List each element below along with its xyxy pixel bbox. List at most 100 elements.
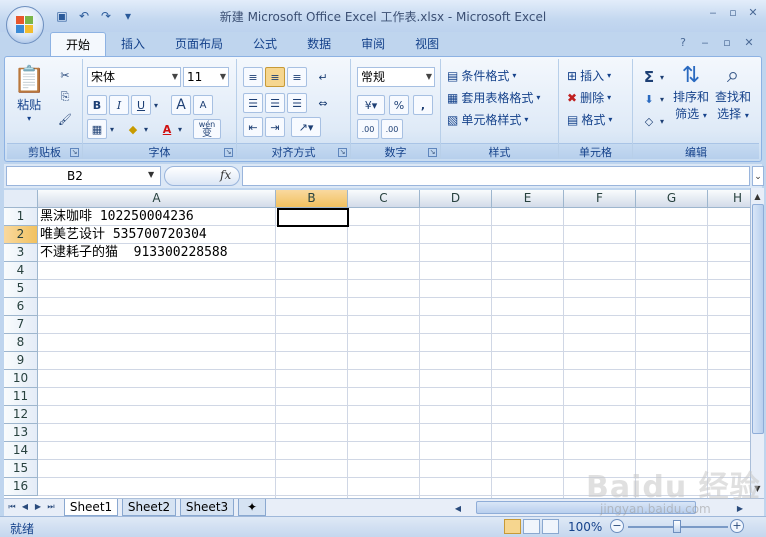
row-header-1[interactable]: 1 xyxy=(4,208,38,226)
number-launcher-icon[interactable]: ↘ xyxy=(428,148,437,157)
align-top-icon[interactable]: ≡ xyxy=(243,67,263,87)
alignment-launcher-icon[interactable]: ↘ xyxy=(338,148,347,157)
comma-button[interactable]: , xyxy=(413,95,433,115)
row-header-16[interactable]: 16 xyxy=(4,478,38,496)
clear-icon[interactable]: ◇ xyxy=(639,111,659,131)
sheet-tab-sheet2[interactable]: Sheet2 xyxy=(122,499,176,516)
border-icon[interactable]: ▦ xyxy=(87,119,107,139)
maximize-button[interactable]: ▫ xyxy=(726,6,740,20)
clear-dropdown-icon[interactable]: ▾ xyxy=(657,111,667,131)
orientation-icon[interactable]: ↗▾ xyxy=(291,117,321,137)
zoom-slider-knob[interactable] xyxy=(673,520,681,533)
page-layout-view-icon[interactable] xyxy=(523,519,540,534)
row-header-13[interactable]: 13 xyxy=(4,424,38,442)
format-painter-icon[interactable]: 🖌 xyxy=(55,109,75,129)
row-header-3[interactable]: 3 xyxy=(4,244,38,262)
decrease-decimal-button[interactable]: .00 xyxy=(381,119,403,139)
cell-A1[interactable]: 黑沫咖啡 102250004236 xyxy=(40,208,194,226)
fill-color-dropdown-icon[interactable]: ▾ xyxy=(141,119,151,139)
format-as-table-button[interactable]: ▦ 套用表格格式 ▾ xyxy=(447,89,540,106)
first-sheet-icon[interactable]: ⏮ xyxy=(6,500,18,514)
help-icon[interactable]: ? xyxy=(676,36,690,50)
scroll-up-icon[interactable]: ▲ xyxy=(751,190,764,203)
workbook-close-button[interactable]: ✕ xyxy=(742,36,756,50)
column-header-e[interactable]: E xyxy=(492,190,564,208)
tab-data[interactable]: 数据 xyxy=(292,32,346,56)
tab-formulas[interactable]: 公式 xyxy=(238,32,292,56)
row-header-7[interactable]: 7 xyxy=(4,316,38,334)
conditional-format-button[interactable]: ▤ 条件格式 ▾ xyxy=(447,67,516,84)
clipboard-launcher-icon[interactable]: ↘ xyxy=(70,148,79,157)
column-header-a[interactable]: A xyxy=(38,190,276,208)
insert-function-button[interactable]: fx xyxy=(220,168,231,182)
underline-dropdown-icon[interactable]: ▾ xyxy=(151,95,161,115)
shrink-font-button[interactable]: A xyxy=(193,95,213,115)
workbook-minimize-button[interactable]: ‒ xyxy=(698,36,712,50)
fill-color-icon[interactable]: ◆ xyxy=(123,119,143,139)
cell-styles-button[interactable]: ▧ 单元格样式 ▾ xyxy=(447,111,528,128)
normal-view-icon[interactable] xyxy=(504,519,521,534)
sort-filter-button[interactable]: ⇅ 排序和 筛选 ▾ xyxy=(673,63,709,122)
row-header-11[interactable]: 11 xyxy=(4,388,38,406)
cell-A3[interactable]: 不逮耗子的猫 913300228588 xyxy=(40,244,228,262)
zoom-in-icon[interactable]: + xyxy=(730,519,744,533)
minimize-button[interactable]: ‒ xyxy=(706,6,720,20)
paste-button[interactable]: 📋 粘贴 ▾ xyxy=(13,65,45,123)
worksheet-grid[interactable]: ABCDEFGH 1 2 3 4 5 6 7 8 9 10 11 12 13 14 15 16 黑沫咖啡 10… xyxy=(4,190,750,498)
number-format-select[interactable]: 常规 ▼ xyxy=(357,67,435,87)
vertical-scroll-thumb[interactable] xyxy=(752,204,764,434)
sheet-tab-sheet1[interactable]: Sheet1 xyxy=(64,499,118,516)
formula-input[interactable] xyxy=(242,166,750,186)
wrap-text-icon[interactable]: ↵ xyxy=(313,67,333,87)
page-break-view-icon[interactable] xyxy=(542,519,559,534)
border-dropdown-icon[interactable]: ▾ xyxy=(107,119,117,139)
row-header-5[interactable]: 5 xyxy=(4,280,38,298)
active-cell-B2[interactable] xyxy=(277,208,349,227)
align-center-icon[interactable]: ☰ xyxy=(265,93,285,113)
row-header-2[interactable]: 2 xyxy=(4,226,38,244)
prev-sheet-icon[interactable]: ◀ xyxy=(19,500,31,514)
tab-page-layout[interactable]: 页面布局 xyxy=(160,32,238,56)
align-bottom-icon[interactable]: ≡ xyxy=(287,67,307,87)
percent-button[interactable]: % xyxy=(389,95,409,115)
tab-insert[interactable]: 插入 xyxy=(106,32,160,56)
close-button[interactable]: ✕ xyxy=(746,6,760,20)
align-right-icon[interactable]: ☰ xyxy=(287,93,307,113)
column-header-h[interactable]: H xyxy=(708,190,750,208)
font-launcher-icon[interactable]: ↘ xyxy=(224,148,233,157)
row-header-12[interactable]: 12 xyxy=(4,406,38,424)
vertical-scrollbar[interactable]: ▲ ▼ xyxy=(750,188,764,498)
name-box[interactable]: B2 xyxy=(6,166,161,186)
row-header-8[interactable]: 8 xyxy=(4,334,38,352)
currency-icon[interactable]: ¥▾ xyxy=(357,95,385,115)
office-button[interactable] xyxy=(6,6,44,44)
merge-center-icon[interactable]: ⇔ xyxy=(313,93,333,113)
insert-sheet-icon[interactable]: ✦ xyxy=(238,499,266,516)
underline-button[interactable]: U xyxy=(131,95,151,115)
row-header-10[interactable]: 10 xyxy=(4,370,38,388)
cell-A2[interactable]: 唯美艺设计 535700720304 xyxy=(40,226,207,244)
name-box-dropdown-icon[interactable]: ▼ xyxy=(148,170,154,179)
scroll-left-icon[interactable]: ◀ xyxy=(452,502,464,516)
italic-button[interactable]: I xyxy=(109,95,129,115)
font-name-select[interactable]: 宋体 ▼ xyxy=(87,67,181,87)
row-header-6[interactable]: 6 xyxy=(4,298,38,316)
autosum-button[interactable]: Σ xyxy=(639,67,659,87)
zoom-level[interactable]: 100% xyxy=(568,520,602,534)
align-middle-icon[interactable]: ≡ xyxy=(265,67,285,87)
row-header-4[interactable]: 4 xyxy=(4,262,38,280)
row-header-9[interactable]: 9 xyxy=(4,352,38,370)
fill-icon[interactable]: ⬇ xyxy=(639,89,659,109)
zoom-out-icon[interactable]: − xyxy=(610,519,624,533)
next-sheet-icon[interactable]: ▶ xyxy=(32,500,44,514)
font-color-icon[interactable]: A xyxy=(157,119,177,139)
find-select-button[interactable]: ⌕ 查找和 选择 ▾ xyxy=(715,63,751,122)
format-cells-button[interactable]: ▤ 格式 ▾ xyxy=(567,111,612,128)
column-header-f[interactable]: F xyxy=(564,190,636,208)
increase-indent-icon[interactable]: ⇥ xyxy=(265,117,285,137)
delete-cells-button[interactable]: ✖ 删除 ▾ xyxy=(567,89,611,106)
expand-formula-bar-icon[interactable]: ⌄ xyxy=(752,166,764,186)
row-header-15[interactable]: 15 xyxy=(4,460,38,478)
phonetic-button[interactable]: wén 变 xyxy=(193,119,221,139)
select-all-corner[interactable] xyxy=(4,190,38,208)
